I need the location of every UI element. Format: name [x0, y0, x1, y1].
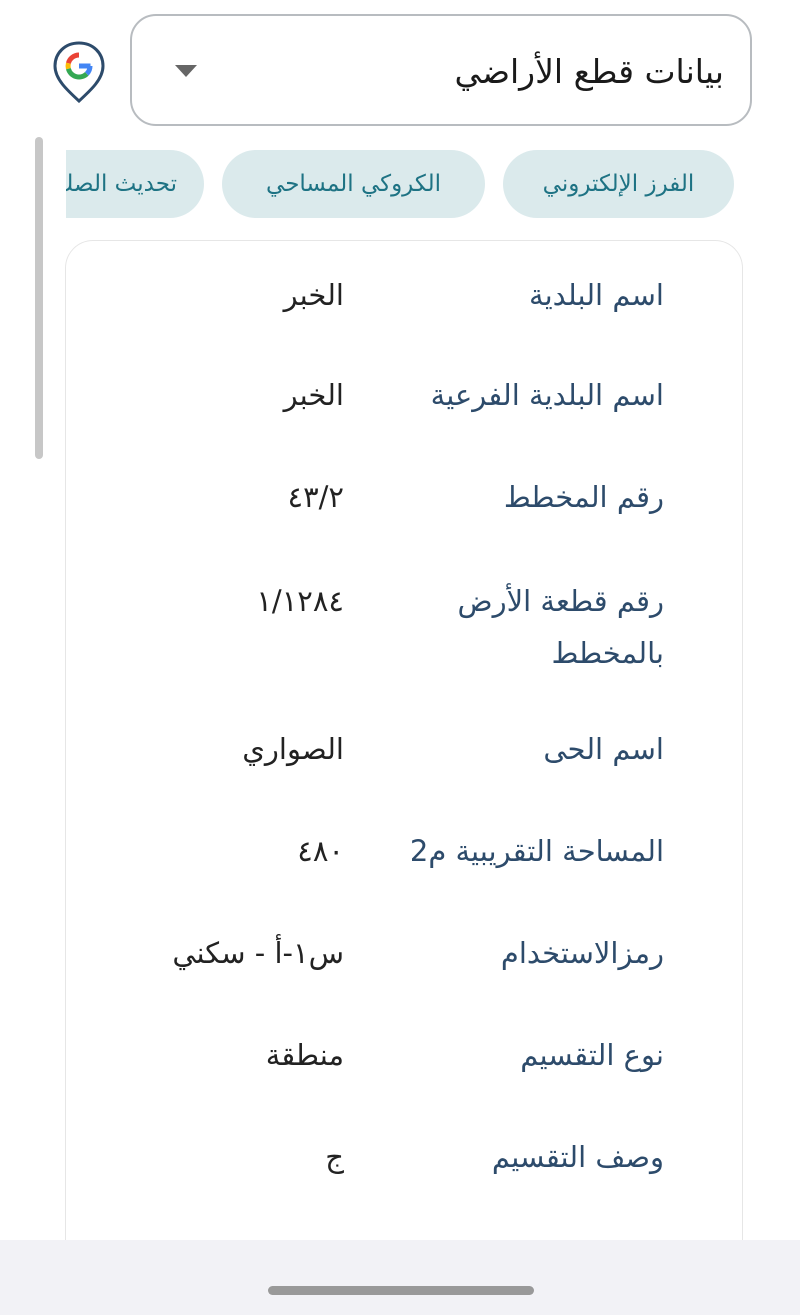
caret-down-icon — [175, 65, 197, 77]
detail-value: الصواري — [242, 732, 344, 766]
detail-label: نوع التقسيم — [520, 1038, 664, 1072]
detail-label: اسم البلدية — [529, 278, 664, 312]
detail-value: ١/١٢٨٤ — [256, 584, 344, 618]
chip-label: الكروكي المساحي — [266, 171, 441, 197]
action-chips: الفرز الإلكتروني الكروكي المساحي تحديث ا… — [66, 148, 746, 220]
detail-label: المساحة التقريبية م2 — [409, 834, 664, 868]
detail-value: منطقة — [265, 1038, 344, 1072]
detail-label: وصف التقسيم — [491, 1140, 664, 1174]
chip-electronic-sorting[interactable]: الفرز الإلكتروني — [503, 150, 734, 218]
home-indicator[interactable] — [268, 1286, 534, 1295]
detail-label: رقم المخطط — [503, 480, 664, 514]
detail-value: الخبر — [283, 278, 344, 312]
detail-value: س١-أ - سكني — [172, 936, 344, 970]
chip-update-deed[interactable]: تحديث الصك — [66, 150, 204, 218]
detail-value: ٤٨٠ — [297, 834, 344, 868]
scrollbar[interactable] — [35, 137, 43, 459]
layer-dropdown[interactable]: بيانات قطع الأراضي — [130, 14, 752, 126]
chip-label: تحديث الصك — [66, 171, 177, 197]
detail-label: اسم الحى — [543, 732, 664, 766]
system-navigation-bar — [0, 1240, 800, 1315]
detail-value: ج — [325, 1140, 344, 1174]
detail-value: الخبر — [283, 378, 344, 412]
dropdown-selected-value: بيانات قطع الأراضي — [454, 52, 724, 91]
google-pin-icon[interactable] — [53, 41, 105, 104]
detail-label: رقم قطعة الأرض بالمخطط — [457, 584, 664, 670]
detail-value: ٤٣/٢ — [287, 480, 345, 514]
detail-label: اسم البلدية الفرعية — [430, 378, 664, 412]
chip-label: الفرز الإلكتروني — [542, 171, 695, 197]
land-details-card: اسم البلدية الخبر اسم البلدية الفرعية ال… — [65, 240, 743, 1240]
chip-survey-sketch[interactable]: الكروكي المساحي — [222, 150, 485, 218]
detail-label: رمزالاستخدام — [500, 936, 664, 970]
